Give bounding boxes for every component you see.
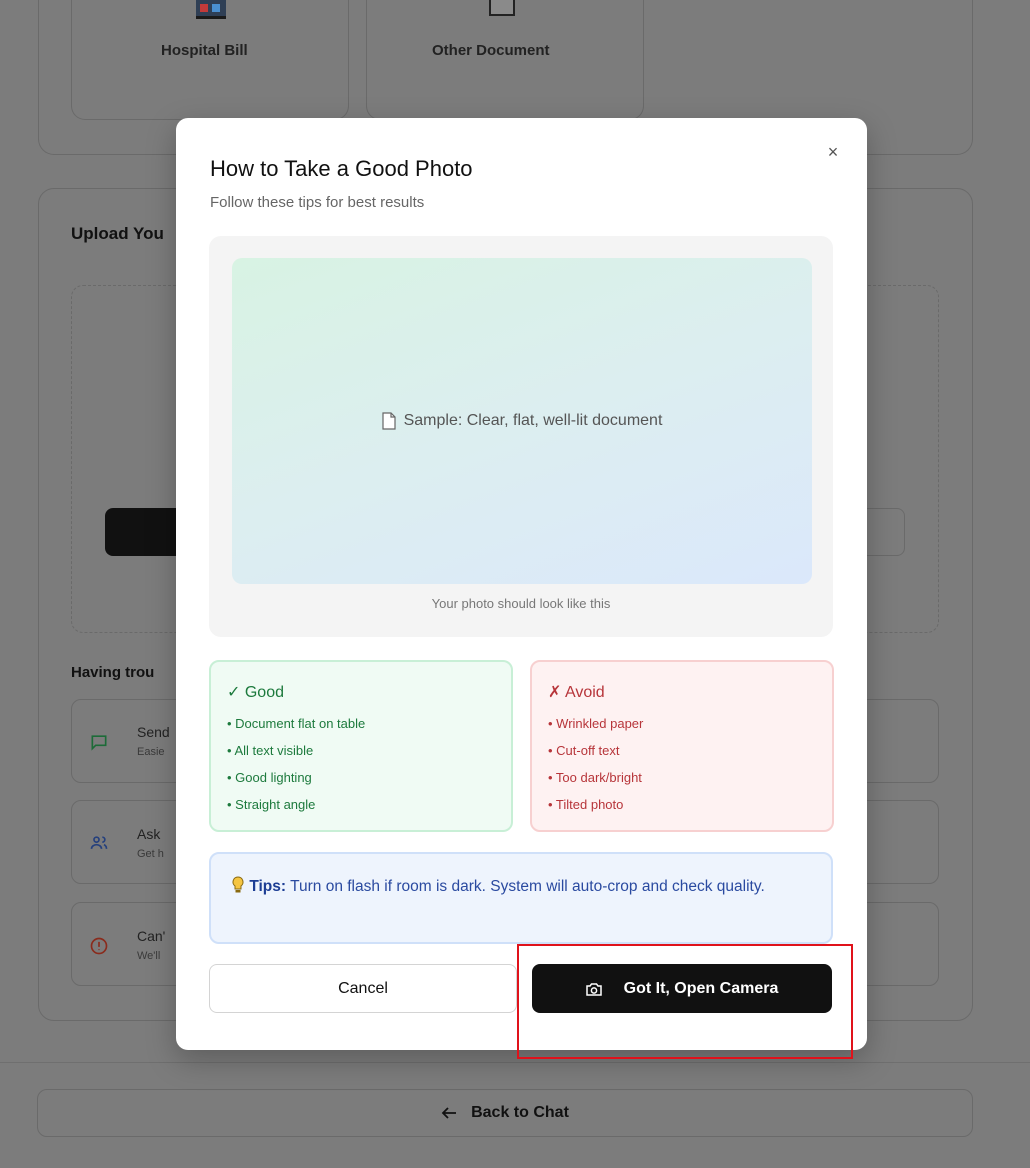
avoid-heading: ✗ Avoid <box>548 684 605 701</box>
help-option-title: Can' <box>137 928 166 944</box>
help-option-title: Send <box>137 724 170 740</box>
good-tip-item: • Document flat on table <box>227 716 366 731</box>
tips-label: Tips: <box>249 878 287 895</box>
doc-type-card-other[interactable] <box>366 0 644 120</box>
sample-panel: Sample: Clear, flat, well-lit document Y… <box>209 236 833 637</box>
help-option-subtitle: Easie <box>137 746 165 758</box>
good-heading: ✓ Good <box>227 684 284 701</box>
camera-icon <box>585 982 602 996</box>
help-option-subtitle: Get h <box>137 848 164 860</box>
upload-heading: Upload You <box>71 224 164 243</box>
message-icon <box>91 735 107 751</box>
avoid-tip-item: • Cut-off text <box>548 743 620 758</box>
back-to-chat-button[interactable]: Back to Chat <box>37 1089 973 1137</box>
open-camera-label: Got It, Open Camera <box>623 979 779 997</box>
alert-circle-icon <box>90 937 108 955</box>
avoid-tip-item: • Tilted photo <box>548 797 624 812</box>
good-tip-item: • Good lighting <box>227 770 312 785</box>
open-camera-button[interactable]: Got It, Open Camera <box>532 964 832 1013</box>
cancel-button[interactable]: Cancel <box>209 964 517 1013</box>
tips-info-box: Tips: Turn on flash if room is dark. Sys… <box>209 852 833 944</box>
good-tip-item: • Straight angle <box>227 797 316 812</box>
help-option-title: Ask <box>137 826 161 842</box>
sample-label: Sample: Clear, flat, well-lit document <box>403 412 663 429</box>
lightbulb-icon <box>232 876 244 893</box>
doc-type-label-other: Other Document <box>432 42 550 59</box>
good-tips-card: ✓ Good • Document flat on table • All te… <box>209 660 513 832</box>
arrow-left-icon <box>441 1107 457 1119</box>
document-icon <box>382 412 396 430</box>
close-button[interactable]: × <box>821 140 845 164</box>
sample-preview: Sample: Clear, flat, well-lit document <box>232 258 812 584</box>
help-option-subtitle: We'll <box>137 950 161 962</box>
avoid-tips-card: ✗ Avoid • Wrinkled paper • Cut-off text … <box>530 660 834 832</box>
sample-caption: Your photo should look like this <box>431 596 611 611</box>
trouble-heading: Having trou <box>71 664 155 681</box>
close-icon: × <box>827 141 839 162</box>
tips-text: Turn on flash if room is dark. System wi… <box>290 878 765 895</box>
back-to-chat-label: Back to Chat <box>471 1104 569 1121</box>
hospital-bill-icon <box>196 0 226 19</box>
modal-title: How to Take a Good Photo <box>210 156 473 181</box>
users-icon <box>90 836 108 849</box>
document-icon <box>489 0 515 16</box>
photo-tips-modal: How to Take a Good Photo Follow these ti… <box>176 118 867 1050</box>
modal-subtitle: Follow these tips for best results <box>210 194 425 211</box>
good-tip-item: • All text visible <box>227 743 314 758</box>
cancel-label: Cancel <box>338 979 388 997</box>
avoid-tip-item: • Too dark/bright <box>548 770 642 785</box>
avoid-tip-item: • Wrinkled paper <box>548 716 644 731</box>
doc-type-label-hospital-bill: Hospital Bill <box>161 42 248 59</box>
